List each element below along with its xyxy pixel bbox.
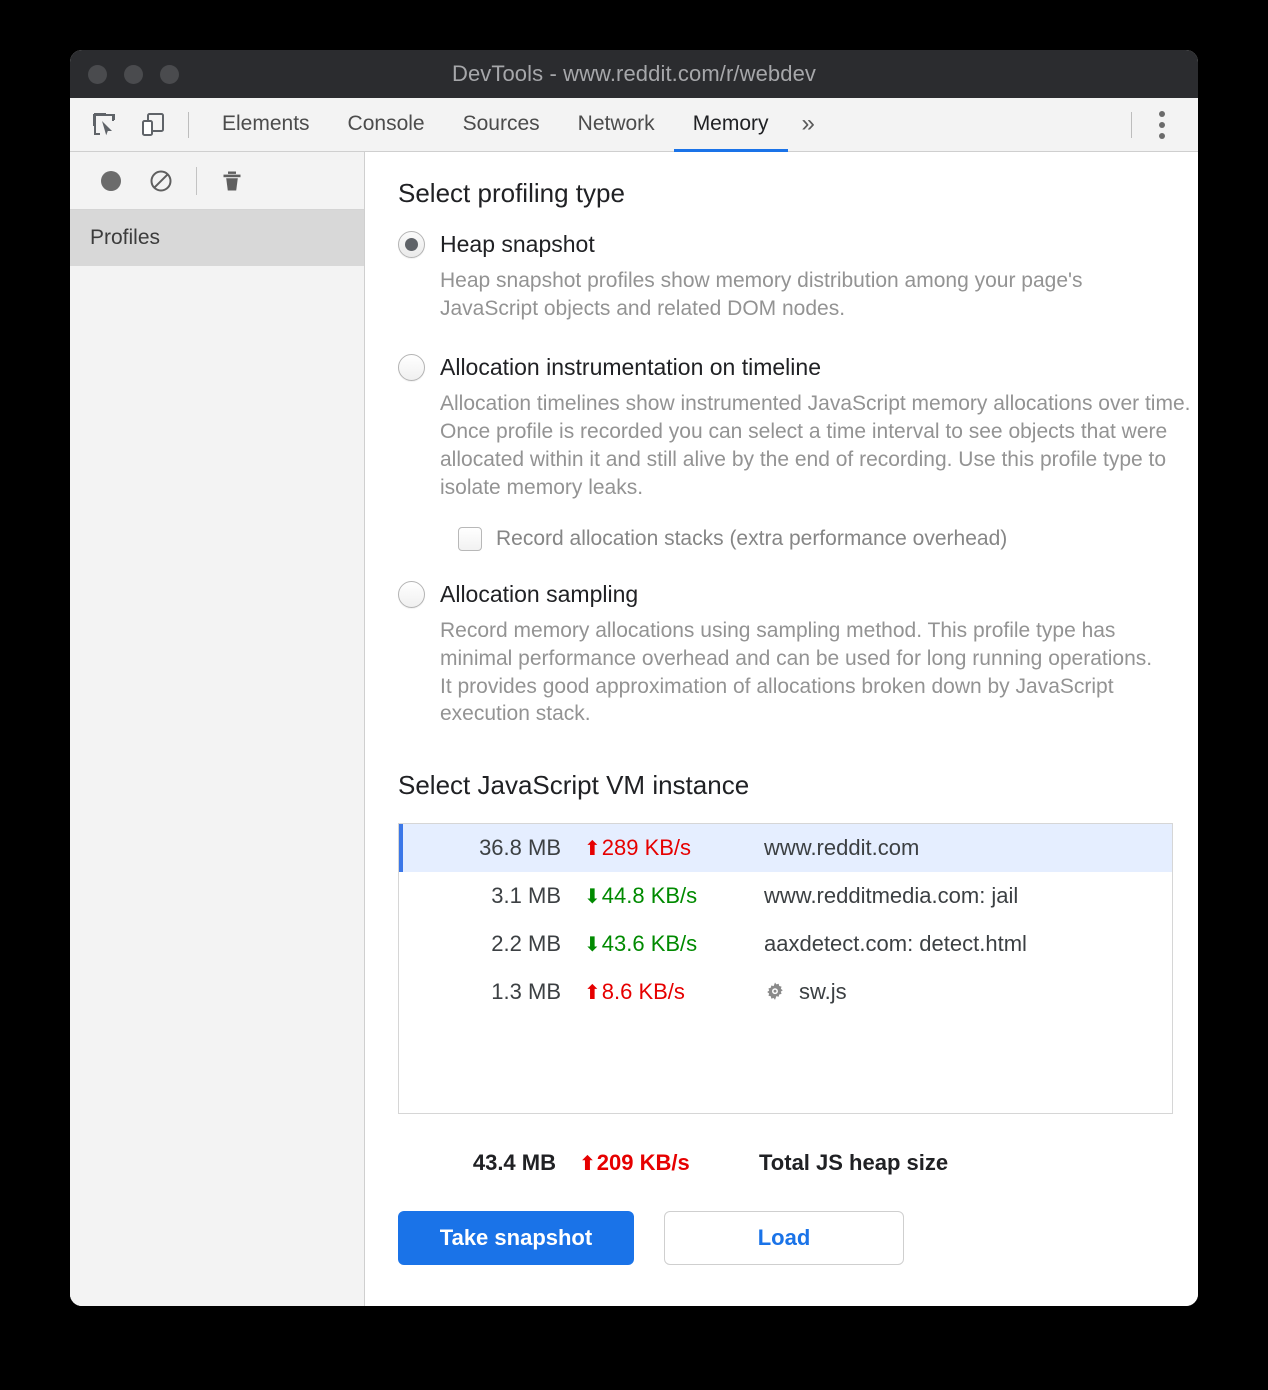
heap-snapshot-radio-row[interactable]: Heap snapshot [398,231,1198,258]
window-titlebar: DevTools - www.reddit.com/r/webdev [70,50,1198,98]
tabstrip-right-divider [1131,112,1132,138]
vm-name-label: aaxdetect.com: detect.html [764,931,1027,957]
tab-memory[interactable]: Memory [674,99,788,152]
devtools-body: Profiles Select profiling type Heap snap… [70,152,1198,1306]
record-icon[interactable] [88,158,134,204]
vm-rate: ⬆ 289 KB/s [566,835,746,861]
action-button-row: Take snapshot Load [398,1211,1198,1265]
allocation-sampling-radio[interactable] [398,581,425,608]
allocation-timeline-description: Allocation timelines show instrumented J… [440,390,1198,501]
heap-snapshot-description: Heap snapshot profiles show memory distr… [440,267,1170,322]
vm-rate-value: 289 KB/s [602,835,691,861]
allocation-sampling-description: Record memory allocations using sampling… [440,617,1155,728]
tabstrip-right-group [1123,98,1198,151]
arrow-up-icon: ⬆ [584,982,601,1002]
more-tabs-icon[interactable]: » [788,99,829,152]
tab-elements[interactable]: Elements [203,99,329,152]
profiling-option-allocation-sampling: Allocation sampling Record memory alloca… [398,581,1198,728]
toolbar-divider [188,112,189,138]
kebab-menu-icon[interactable] [1140,103,1184,147]
total-label: Total JS heap size [741,1150,948,1176]
vm-name: www.redditmedia.com: jail [746,883,1018,909]
vm-rate: ⬇ 44.8 KB/s [566,883,746,909]
vm-name: aaxdetect.com: detect.html [746,931,1027,957]
total-rate-value: 209 KB/s [597,1150,690,1176]
sidebar-toolbar-divider [196,167,197,195]
load-button[interactable]: Load [664,1211,904,1265]
vm-rate-value: 43.6 KB/s [602,931,697,957]
tab-sources[interactable]: Sources [444,99,559,152]
clear-icon[interactable] [138,158,184,204]
record-allocation-stacks-checkbox[interactable] [458,527,482,551]
close-button[interactable] [88,65,107,84]
record-allocation-stacks-row[interactable]: Record allocation stacks (extra performa… [458,527,1198,551]
vm-instance-table[interactable]: 36.8 MB ⬆ 289 KB/s www.reddit.com 3.1 MB… [398,823,1173,1114]
vm-rate: ⬆ 8.6 KB/s [566,979,746,1005]
gear-icon [764,981,786,1003]
memory-main-panel: Select profiling type Heap snapshot Heap… [365,152,1198,1306]
vm-instance-heading: Select JavaScript VM instance [398,770,1198,801]
sidebar-item-label: Profiles [90,226,160,250]
sidebar-toolbar [70,152,364,210]
device-toolbar-icon[interactable] [132,104,174,146]
allocation-timeline-radio-row[interactable]: Allocation instrumentation on timeline [398,354,1198,381]
allocation-timeline-radio[interactable] [398,354,425,381]
vm-name: www.reddit.com [746,835,919,861]
arrow-up-icon: ⬆ [579,1153,596,1173]
vm-size: 2.2 MB [403,931,566,957]
arrow-up-icon: ⬆ [584,838,601,858]
record-allocation-stacks-label: Record allocation stacks (extra performa… [496,527,1007,551]
window-title: DevTools - www.reddit.com/r/webdev [70,61,1198,87]
tab-network[interactable]: Network [559,99,674,152]
profiling-option-allocation-timeline: Allocation instrumentation on timeline A… [398,354,1198,551]
maximize-button[interactable] [160,65,179,84]
devtools-window: DevTools - www.reddit.com/r/webdev [70,50,1198,1306]
table-row[interactable]: 3.1 MB ⬇ 44.8 KB/s www.redditmedia.com: … [399,872,1172,920]
vm-name-label: sw.js [799,979,847,1005]
vm-name: sw.js [746,979,847,1005]
window-controls [88,65,179,84]
vm-rate-value: 44.8 KB/s [602,883,697,909]
vm-size: 36.8 MB [403,835,566,861]
table-row[interactable]: 1.3 MB ⬆ 8.6 KB/s [399,968,1172,1016]
heap-snapshot-radio[interactable] [398,231,425,258]
profiling-option-heap-snapshot: Heap snapshot Heap snapshot profiles sho… [398,231,1198,322]
arrow-down-icon: ⬇ [584,886,601,906]
inspect-element-icon[interactable] [84,104,126,146]
total-heap-row: 43.4 MB ⬆ 209 KB/s Total JS heap size [398,1139,1198,1187]
vm-size: 3.1 MB [403,883,566,909]
take-snapshot-button[interactable]: Take snapshot [398,1211,634,1265]
vm-name-label: www.reddit.com [764,835,919,861]
tabstrip-tools [70,98,203,151]
table-row[interactable]: 2.2 MB ⬇ 43.6 KB/s aaxdetect.com: detect… [399,920,1172,968]
allocation-sampling-label: Allocation sampling [440,581,638,608]
vm-rate: ⬇ 43.6 KB/s [566,931,746,957]
vm-name-label: www.redditmedia.com: jail [764,883,1018,909]
table-row[interactable]: 36.8 MB ⬆ 289 KB/s www.reddit.com [399,824,1172,872]
delete-icon[interactable] [209,158,255,204]
allocation-timeline-label: Allocation instrumentation on timeline [440,354,821,381]
panel-tabs: Elements Console Sources Network Memory … [203,98,829,151]
screen: DevTools - www.reddit.com/r/webdev [0,0,1268,1390]
devtools-tabstrip: Elements Console Sources Network Memory … [70,98,1198,152]
arrow-down-icon: ⬇ [584,934,601,954]
vm-rate-value: 8.6 KB/s [602,979,685,1005]
sidebar-empty-area [70,266,364,1306]
sidebar-item-profiles[interactable]: Profiles [70,210,364,266]
total-rate: ⬆ 209 KB/s [561,1150,741,1176]
allocation-sampling-radio-row[interactable]: Allocation sampling [398,581,1198,608]
total-size: 43.4 MB [398,1150,561,1176]
memory-sidebar: Profiles [70,152,365,1306]
heap-snapshot-label: Heap snapshot [440,231,595,258]
profiling-type-heading: Select profiling type [398,178,1198,209]
vm-size: 1.3 MB [403,979,566,1005]
tab-console[interactable]: Console [329,99,444,152]
minimize-button[interactable] [124,65,143,84]
